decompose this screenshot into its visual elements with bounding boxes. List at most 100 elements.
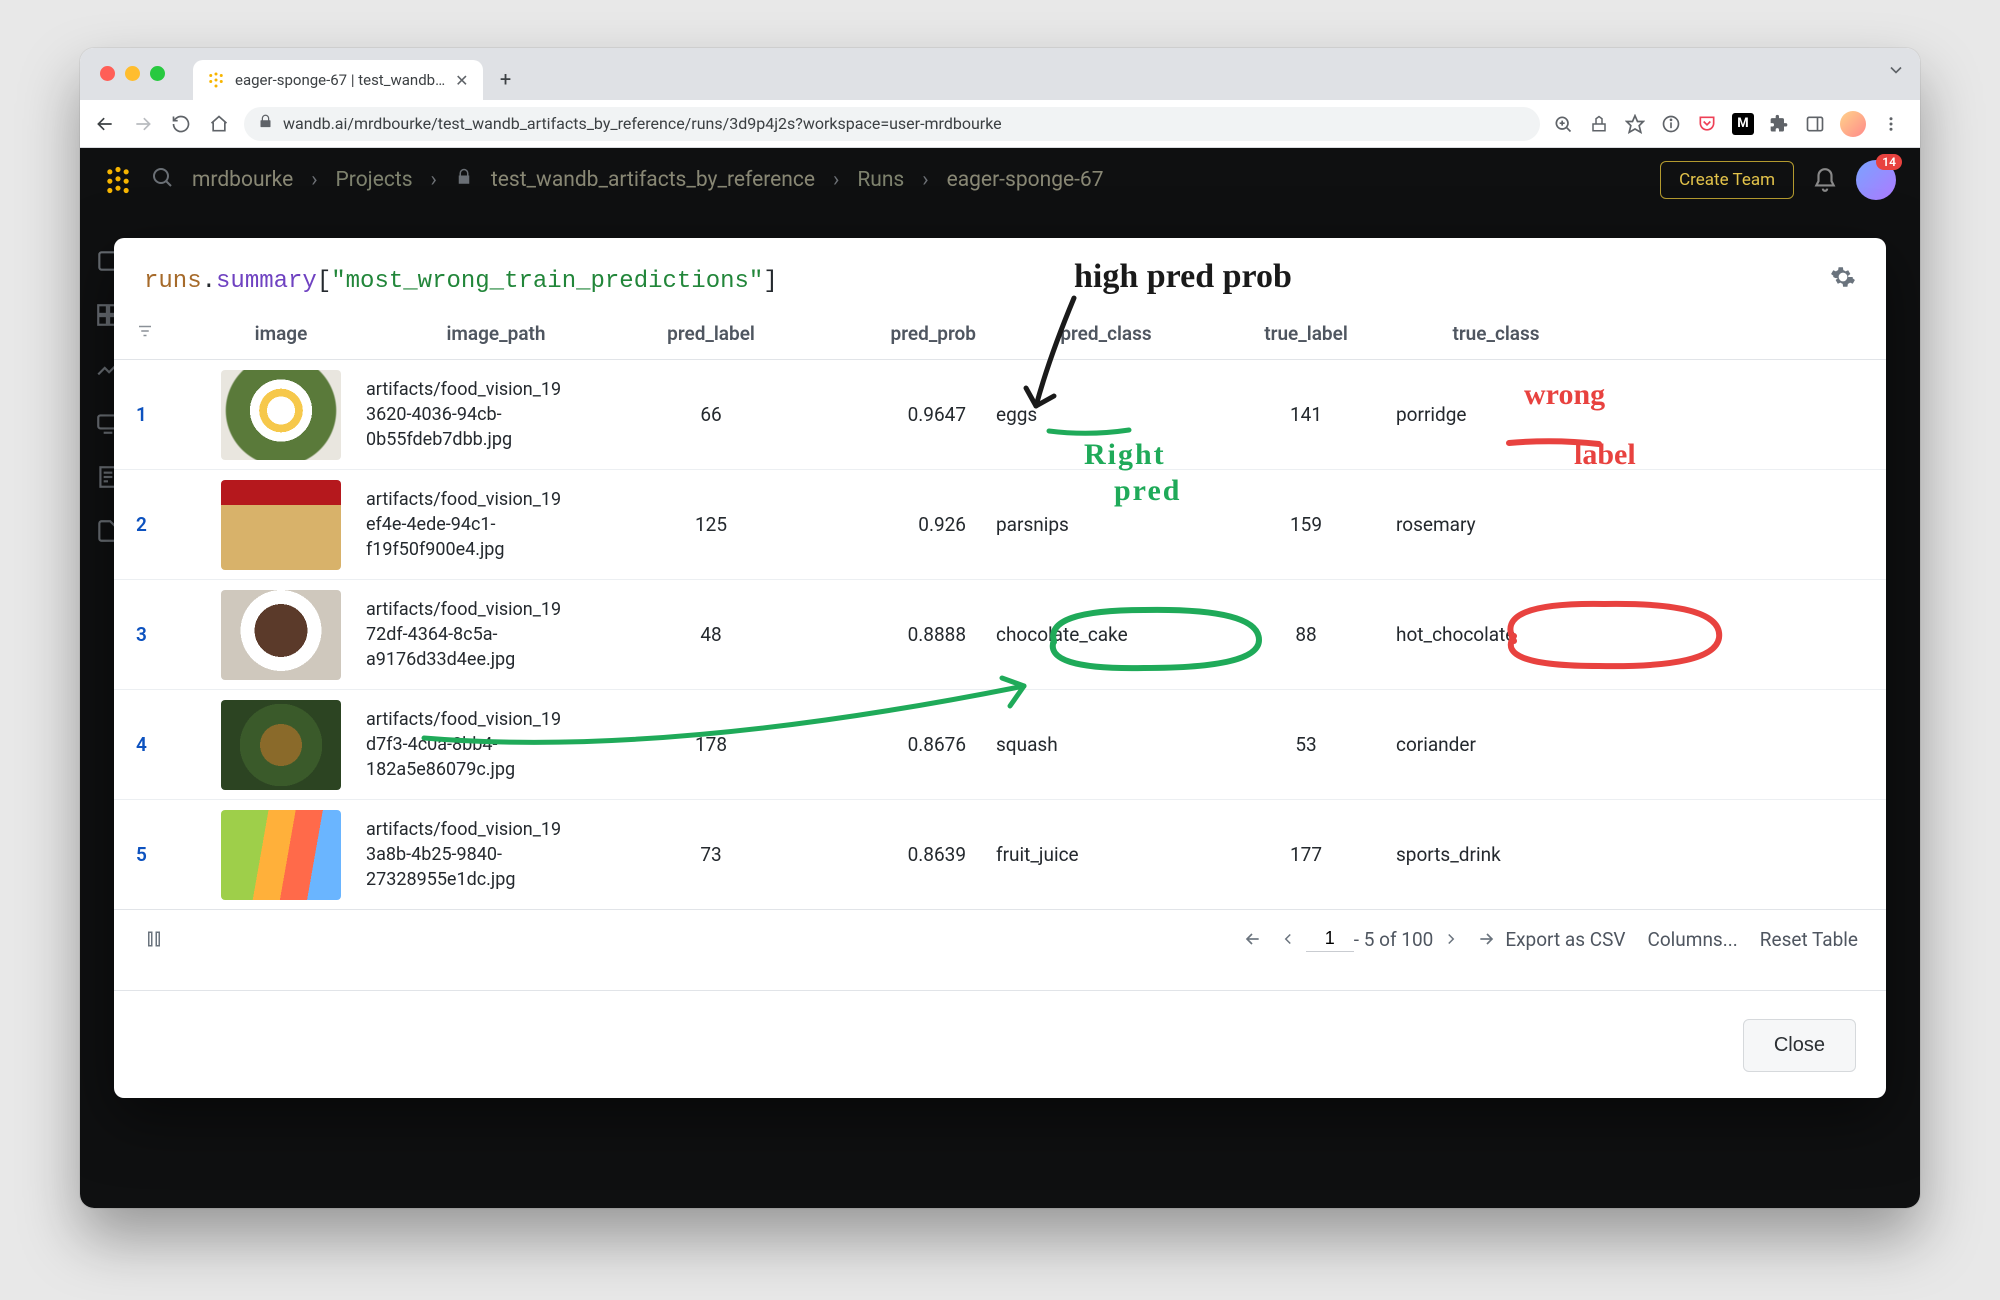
row-pred-class: parsnips	[996, 513, 1216, 536]
row-image-path: artifacts/food_vision_19 ef4e-4ede-94c1-…	[366, 487, 626, 563]
pocket-icon[interactable]	[1696, 113, 1718, 135]
home-button[interactable]	[206, 111, 232, 137]
row-pred-prob: 0.926	[796, 513, 996, 536]
wandb-app: mrdbourke › Projects › test_wandb_artifa…	[80, 148, 1920, 1208]
table-row[interactable]: 2 artifacts/food_vision_19 ef4e-4ede-94c…	[114, 470, 1886, 580]
star-icon[interactable]	[1624, 113, 1646, 135]
user-avatar[interactable]: 14	[1856, 160, 1896, 200]
extensions-puzzle-icon[interactable]	[1768, 113, 1790, 135]
row-pred-label: 125	[626, 513, 796, 536]
first-page-icon[interactable]	[1240, 927, 1264, 951]
next-page-icon[interactable]	[1439, 927, 1463, 951]
col-pred-class[interactable]: pred_class	[1060, 322, 1151, 345]
table-body: 1 artifacts/food_vision_19 3620-4036-94c…	[114, 360, 1886, 910]
row-pred-label: 48	[626, 623, 796, 646]
crumb-user[interactable]: mrdbourke	[192, 168, 293, 192]
code-summary: summary	[216, 268, 317, 295]
tab-overflow-icon[interactable]	[1886, 60, 1906, 84]
bell-icon[interactable]	[1812, 167, 1838, 193]
forward-button[interactable]	[130, 111, 156, 137]
browser-window: eager-sponge-67 | test_wandb… ✕ + wandb.…	[80, 48, 1920, 1208]
address-bar[interactable]: wandb.ai/mrdbourke/test_wandb_artifacts_…	[244, 107, 1540, 141]
extension-m-icon[interactable]: M	[1732, 113, 1754, 135]
table-row[interactable]: 3 artifacts/food_vision_19 72df-4364-8c5…	[114, 580, 1886, 690]
close-button[interactable]: Close	[1743, 1019, 1856, 1072]
filter-icon[interactable]	[136, 322, 156, 345]
share-icon[interactable]	[1588, 113, 1610, 135]
code-key: "most_wrong_train_predictions"	[331, 268, 763, 295]
window-close-button[interactable]	[100, 66, 115, 81]
create-team-button[interactable]: Create Team	[1660, 161, 1794, 199]
crumb-projects[interactable]: Projects	[336, 168, 413, 192]
wandb-logo-icon[interactable]	[104, 166, 132, 194]
row-pred-class: chocolate_cake	[996, 623, 1216, 646]
row-true-class: porridge	[1396, 403, 1596, 426]
col-image-path[interactable]: image_path	[446, 322, 545, 345]
row-thumbnail[interactable]	[221, 810, 341, 900]
lock-icon	[455, 168, 473, 192]
col-true-label[interactable]: true_label	[1264, 322, 1348, 345]
crumb-run-name[interactable]: eager-sponge-67	[947, 168, 1104, 192]
gear-icon[interactable]	[1830, 264, 1856, 298]
row-image-path: artifacts/food_vision_19 d7f3-4c0a-8bb4-…	[366, 707, 626, 783]
row-true-label: 159	[1216, 513, 1396, 536]
row-thumbnail[interactable]	[221, 700, 341, 790]
toolbar-extensions: M	[1552, 111, 1908, 137]
sidepanel-icon[interactable]	[1804, 113, 1826, 135]
table-row[interactable]: 5 artifacts/food_vision_19 3a8b-4b25-984…	[114, 800, 1886, 910]
row-pred-prob: 0.8888	[796, 623, 996, 646]
table-row[interactable]: 4 artifacts/food_vision_19 d7f3-4c0a-8bb…	[114, 690, 1886, 800]
row-true-class: hot_chocolate	[1396, 623, 1596, 646]
table-row[interactable]: 1 artifacts/food_vision_19 3620-4036-94c…	[114, 360, 1886, 470]
reload-button[interactable]	[168, 111, 194, 137]
row-thumbnail[interactable]	[221, 370, 341, 460]
code-runs: runs	[144, 268, 202, 295]
row-pred-class: fruit_juice	[996, 843, 1216, 866]
notif-badge: 14	[1876, 154, 1902, 170]
col-pred-label[interactable]: pred_label	[667, 322, 755, 345]
info-icon[interactable]	[1660, 113, 1682, 135]
row-true-label: 53	[1216, 733, 1396, 756]
row-thumbnail[interactable]	[221, 590, 341, 680]
row-image-path: artifacts/food_vision_19 3620-4036-94cb-…	[366, 377, 626, 453]
table-modal: runs.summary["most_wrong_train_predictio…	[114, 238, 1886, 1098]
row-pred-prob: 0.9647	[796, 403, 996, 426]
row-index: 4	[136, 733, 196, 756]
crumb-project-name[interactable]: test_wandb_artifacts_by_reference	[491, 168, 815, 192]
page-input[interactable]	[1306, 926, 1354, 952]
col-pred-prob[interactable]: pred_prob	[891, 322, 996, 345]
columns-link[interactable]: Columns...	[1647, 928, 1737, 951]
search-icon[interactable]	[150, 165, 174, 195]
row-image-path: artifacts/food_vision_19 72df-4364-8c5a-…	[366, 597, 626, 673]
table-pager: - 5 of 100 Export as CSV Columns... Rese…	[114, 909, 1886, 960]
window-minimize-button[interactable]	[125, 66, 140, 81]
row-true-class: coriander	[1396, 733, 1596, 756]
row-index: 3	[136, 623, 196, 646]
chevron-right-icon: ›	[431, 168, 437, 192]
last-page-icon[interactable]	[1475, 927, 1499, 951]
column-settings-icon[interactable]	[142, 927, 166, 951]
row-index: 1	[136, 403, 196, 426]
tab-close-icon[interactable]: ✕	[455, 71, 468, 90]
profile-avatar[interactable]	[1840, 111, 1866, 137]
export-csv-link[interactable]: Export as CSV	[1505, 928, 1625, 951]
zoom-icon[interactable]	[1552, 113, 1574, 135]
modal-footer: Close	[114, 990, 1886, 1082]
col-true-class[interactable]: true_class	[1452, 322, 1539, 345]
crumb-runs[interactable]: Runs	[857, 168, 904, 192]
back-button[interactable]	[92, 111, 118, 137]
reset-table-link[interactable]: Reset Table	[1760, 928, 1858, 951]
chevron-right-icon: ›	[833, 168, 839, 192]
row-thumbnail[interactable]	[221, 480, 341, 570]
app-header: mrdbourke › Projects › test_wandb_artifa…	[80, 148, 1920, 212]
modal-title: runs.summary["most_wrong_train_predictio…	[114, 238, 1886, 308]
row-true-class: sports_drink	[1396, 843, 1596, 866]
browser-tab[interactable]: eager-sponge-67 | test_wandb… ✕	[193, 60, 483, 100]
prev-page-icon[interactable]	[1276, 927, 1300, 951]
row-true-label: 177	[1216, 843, 1396, 866]
new-tab-button[interactable]: +	[489, 62, 523, 96]
row-pred-label: 178	[626, 733, 796, 756]
col-image[interactable]: image	[255, 322, 308, 345]
kebab-menu-icon[interactable]	[1880, 113, 1902, 135]
window-maximize-button[interactable]	[150, 66, 165, 81]
